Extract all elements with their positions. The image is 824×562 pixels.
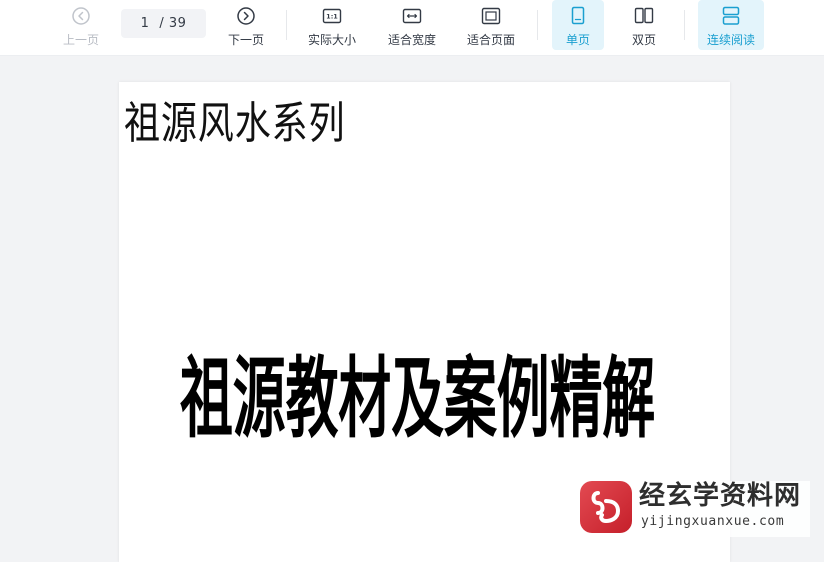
actual-size-label: 实际大小 bbox=[307, 33, 356, 47]
fit-page-label: 适合页面 bbox=[466, 33, 515, 47]
actual-size-button[interactable]: 1:1 实际大小 bbox=[301, 0, 363, 50]
fit-width-icon bbox=[402, 8, 422, 24]
fit-width-button[interactable]: 适合宽度 bbox=[381, 0, 443, 50]
double-page-label: 双页 bbox=[631, 33, 656, 47]
continuous-reading-label: 连续阅读 bbox=[706, 33, 755, 47]
toolbar-divider bbox=[286, 10, 287, 40]
chevron-right-circle-icon bbox=[237, 7, 255, 25]
next-page-label: 下一页 bbox=[227, 33, 264, 47]
site-url: yijingxuanxue.com bbox=[641, 514, 785, 529]
chevron-left-circle-icon bbox=[72, 7, 90, 25]
fit-width-label: 适合宽度 bbox=[387, 33, 436, 47]
continuous-reading-button[interactable]: 连续阅读 bbox=[698, 0, 764, 50]
series-title: 祖源风水系列 bbox=[124, 98, 346, 149]
toolbar-divider bbox=[684, 10, 685, 40]
page-indicator[interactable]: 1 / 39 bbox=[121, 9, 206, 38]
single-page-label: 单页 bbox=[565, 33, 590, 47]
site-name: 经玄学资料网 bbox=[639, 481, 802, 511]
prev-page-button[interactable]: 上一页 bbox=[56, 0, 106, 50]
continuous-reading-icon bbox=[722, 6, 740, 25]
double-page-icon bbox=[634, 7, 654, 24]
fit-page-icon bbox=[481, 7, 501, 25]
site-logo-icon bbox=[580, 481, 632, 533]
actual-size-icon: 1:1 bbox=[322, 8, 342, 24]
site-watermark: 经玄学资料网 yijingxuanxue.com bbox=[580, 481, 810, 537]
prev-page-label: 上一页 bbox=[62, 33, 99, 47]
actual-size-icon-text: 1:1 bbox=[326, 13, 338, 21]
toolbar-divider bbox=[537, 10, 538, 40]
next-page-button[interactable]: 下一页 bbox=[221, 0, 271, 50]
single-page-icon bbox=[571, 6, 585, 25]
double-page-button[interactable]: 双页 bbox=[618, 0, 670, 50]
fit-page-button[interactable]: 适合页面 bbox=[460, 0, 522, 50]
total-pages: / 39 bbox=[159, 16, 187, 31]
current-page-number[interactable]: 1 bbox=[141, 16, 150, 31]
single-page-button[interactable]: 单页 bbox=[552, 0, 604, 50]
main-title: 祖源教材及案例精解 bbox=[180, 347, 656, 450]
viewer-toolbar: 上一页 1 / 39 下一页 1:1 实际大小 适合宽度 适合页面 单页 双页 … bbox=[0, 0, 824, 56]
